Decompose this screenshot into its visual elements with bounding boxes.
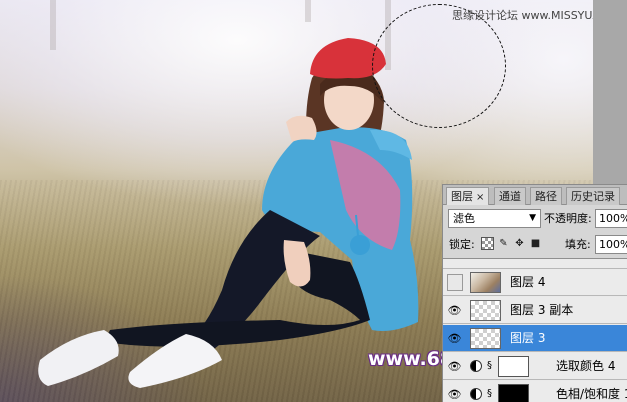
tab-layers-label: 图层 [451, 190, 473, 203]
adjustment-layer-icon [470, 360, 482, 372]
layer-mask-thumbnail[interactable] [498, 384, 529, 402]
tab-channels-label: 通道 [499, 190, 521, 203]
adjustment-layer-icon [470, 388, 482, 400]
opacity-label: 不透明度: [544, 212, 592, 225]
eye-icon[interactable]: 👁 [447, 331, 462, 346]
lock-transparency-icon[interactable] [481, 237, 494, 250]
fill-label: 填充: [565, 238, 591, 251]
lock-icons: ✎ ✥ ■ [481, 237, 542, 252]
blend-mode-select[interactable]: 滤色 ▼ [448, 209, 541, 228]
chevron-down-icon: ▼ [529, 213, 536, 223]
opacity-field[interactable]: 100% [595, 209, 627, 228]
visibility-toggle-hidden[interactable] [447, 274, 463, 291]
eye-icon[interactable]: 👁 [447, 387, 462, 402]
layer-name: 图层 3 副本 [510, 303, 574, 317]
layer-thumbnail [470, 300, 501, 321]
tab-paths[interactable]: 路径 [530, 187, 562, 205]
tab-history-label: 历史记录 [571, 190, 615, 203]
layer-list: 图层 4 👁 图层 3 副本 👁 图层 3 👁 § 选取颜色 4 👁 § 色相/… [443, 258, 627, 402]
eye-icon[interactable]: 👁 [447, 303, 462, 318]
blend-opacity-row: 滤色 ▼ 不透明度: 100% [443, 208, 627, 230]
layer-row-layer3[interactable]: 👁 图层 3 [443, 325, 627, 352]
lock-all-padlock-icon[interactable]: ■ [529, 237, 542, 250]
watermark-missyuan: 思缘设计论坛 www.MISSYUAN.com [452, 9, 593, 22]
tab-channels[interactable]: 通道 [494, 187, 526, 205]
eye-icon[interactable]: 👁 [447, 359, 462, 374]
layer-name: 图层 4 [510, 275, 546, 289]
layer-row-partial[interactable] [443, 259, 627, 269]
layer-row-layer3-copy[interactable]: 👁 图层 3 副本 [443, 297, 627, 324]
layer-mask-thumbnail[interactable] [498, 356, 529, 377]
link-chain-icon: § [487, 388, 492, 399]
tab-history[interactable]: 历史记录 [566, 187, 620, 205]
layer-thumbnail [470, 272, 501, 293]
layer-row-hue-saturation[interactable]: 👁 § 色相/饱和度 1 [443, 381, 627, 402]
panel-tabs: 图层 × 通道 路径 历史记录 [443, 185, 627, 205]
layer-name: 选取颜色 4 [556, 359, 616, 373]
lock-position-move-icon[interactable]: ✥ [513, 237, 526, 250]
layer-name: 色相/饱和度 1 [556, 387, 627, 401]
layers-panel: 图层× 通道 路径 历史记录 滤色 ▼ 不透明度: 100% 锁定: ✎ ✥ ■… [442, 184, 627, 402]
layer-thumbnail [470, 328, 501, 349]
tab-layers[interactable]: 图层 × [446, 187, 490, 205]
layer-row-layer4[interactable]: 图层 4 [443, 269, 627, 296]
lock-label: 锁定: [449, 238, 475, 251]
lock-pixels-brush-icon[interactable]: ✎ [497, 237, 510, 250]
link-chain-icon: § [487, 360, 492, 371]
layer-name: 图层 3 [510, 331, 546, 345]
tab-paths-label: 路径 [535, 190, 557, 203]
layer-row-selective-color[interactable]: 👁 § 选取颜色 4 [443, 353, 627, 380]
blend-mode-value: 滤色 [453, 212, 475, 225]
fill-field[interactable]: 100% [595, 235, 627, 254]
lock-fill-row: 锁定: ✎ ✥ ■ 填充: 100% [443, 234, 627, 256]
close-icon[interactable]: × [476, 192, 484, 203]
